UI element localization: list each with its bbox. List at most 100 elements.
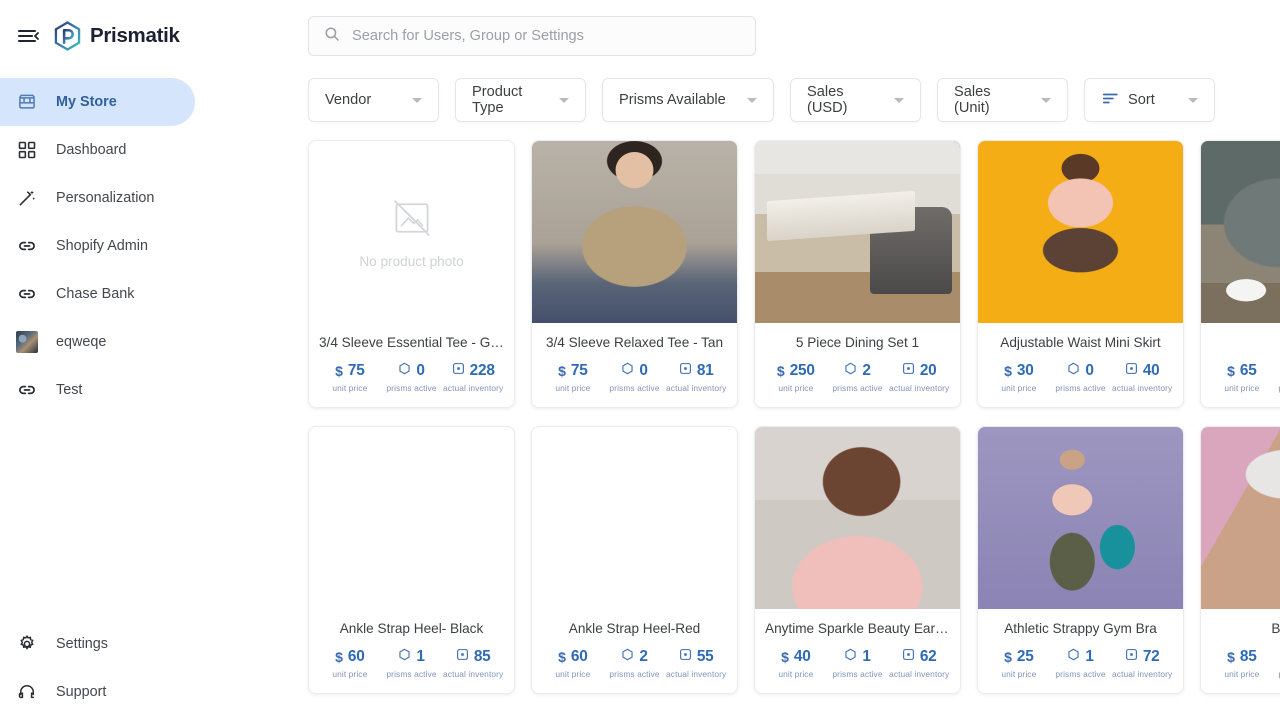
- stat-actual-inventory: 55 actual inventory: [665, 648, 727, 679]
- product-card[interactable]: Ankle Strap Heel- Black $60 unit price 1…: [308, 426, 515, 694]
- stat-value: 1: [1085, 648, 1094, 665]
- sidebar-item-support[interactable]: Support: [0, 668, 195, 716]
- product-stats: $250 unit price 2 prisms active 20 actua…: [765, 362, 950, 393]
- stat-unit-price: $60 unit price: [542, 648, 604, 679]
- stat-value: 0: [1085, 362, 1094, 379]
- product-title: Ankle Strap Heel- Black: [339, 621, 484, 636]
- stat-caption: actual inventory: [1112, 669, 1173, 679]
- sidebar-item-test[interactable]: Test: [0, 366, 195, 414]
- sidebar: Prismatik My Store Dashboard Personaliza…: [0, 0, 300, 720]
- stat-caption: actual inventory: [443, 669, 504, 679]
- product-card[interactable]: Beaded Br $85 unit price prisms active: [1200, 426, 1280, 694]
- product-card[interactable]: Ankle Strap Heel-Red $60 unit price 2 pr…: [531, 426, 738, 694]
- sidebar-item-my-store[interactable]: My Store: [0, 78, 195, 126]
- filter-product-type[interactable]: Product Type: [455, 78, 586, 122]
- product-info: Anytime Sparkle Beauty Earri... $40 unit…: [755, 609, 960, 693]
- sidebar-item-eqweqe[interactable]: eqweqe: [0, 318, 195, 366]
- stat-unit-price: $25 unit price: [988, 648, 1050, 679]
- inventory-box-icon: [452, 362, 465, 380]
- dollar-icon: $: [335, 649, 343, 665]
- filter-sales-unit[interactable]: Sales (Unit): [937, 78, 1068, 122]
- prismatik-hexagon-logo: [54, 21, 81, 51]
- dollar-icon: $: [558, 649, 566, 665]
- product-info: Athletic Strappy Gym Bra $25 unit price …: [978, 609, 1183, 693]
- product-card[interactable]: Adjustable Waist Mini Skirt $30 unit pri…: [977, 140, 1184, 408]
- product-photo: [978, 141, 1183, 323]
- prism-hexagon-icon: [621, 362, 634, 380]
- stat-prisms-active: 2 prisms active: [604, 648, 666, 679]
- stat-value: 72: [1142, 648, 1160, 665]
- stat-value: 60: [347, 648, 365, 665]
- stat-value: 25: [1016, 648, 1034, 665]
- stat-unit-price: $75 unit price: [542, 362, 604, 393]
- hamburger-collapse-icon[interactable]: [16, 24, 40, 48]
- brand-row: Prismatik: [0, 0, 300, 72]
- stat-caption: unit price: [555, 669, 591, 679]
- stat-caption: prisms active: [609, 383, 660, 393]
- product-title: All Whi: [1211, 335, 1280, 350]
- filter-vendor[interactable]: Vendor: [308, 78, 439, 122]
- product-grid-row-1: No product photo 3/4 Sleeve Essential Te…: [300, 122, 1280, 408]
- filter-bar: Vendor Product Type Prisms Available Sal…: [300, 56, 1280, 122]
- sidebar-item-label: Support: [56, 684, 107, 700]
- filter-label: Prisms Available: [619, 92, 726, 108]
- chevron-down-icon: [1188, 97, 1198, 103]
- sidebar-item-label: Chase Bank: [56, 286, 135, 302]
- filter-prisms-available[interactable]: Prisms Available: [602, 78, 774, 122]
- grid-dashboard-icon: [16, 139, 38, 161]
- product-card[interactable]: Anytime Sparkle Beauty Earri... $40 unit…: [754, 426, 961, 694]
- stat-caption: unit price: [332, 669, 368, 679]
- stat-caption: actual inventory: [1112, 383, 1173, 393]
- stat-value: 55: [696, 648, 714, 665]
- sidebar-item-shopify-admin[interactable]: Shopify Admin: [0, 222, 195, 270]
- stat-unit-price: $60 unit price: [319, 648, 381, 679]
- stat-caption: unit price: [778, 383, 814, 393]
- product-title: Ankle Strap Heel-Red: [568, 621, 701, 636]
- product-title: Adjustable Waist Mini Skirt: [1000, 335, 1161, 350]
- sidebar-item-chase-bank[interactable]: Chase Bank: [0, 270, 195, 318]
- dollar-icon: $: [1004, 649, 1012, 665]
- filter-label: Sales (USD): [807, 84, 848, 116]
- dollar-icon: $: [335, 363, 343, 379]
- sidebar-item-label: Settings: [56, 636, 108, 652]
- product-photo: [532, 427, 737, 609]
- stat-value: 81: [696, 362, 714, 379]
- brand-logo-link[interactable]: Prismatik: [54, 21, 180, 51]
- product-photo: [1201, 141, 1280, 323]
- product-photo: [309, 427, 514, 609]
- prism-hexagon-icon: [844, 362, 857, 380]
- sort-button[interactable]: Sort: [1084, 78, 1215, 122]
- stat-actual-inventory: 40 actual inventory: [1111, 362, 1173, 393]
- product-card[interactable]: Athletic Strappy Gym Bra $25 unit price …: [977, 426, 1184, 694]
- search-input[interactable]: [352, 28, 741, 44]
- product-photo-placeholder: No product photo: [309, 141, 514, 323]
- stat-actual-inventory: 72 actual inventory: [1111, 648, 1173, 679]
- product-card[interactable]: 5 Piece Dining Set 1 $250 unit price 2 p…: [754, 140, 961, 408]
- stat-value: 0: [416, 362, 425, 379]
- stat-value: 20: [919, 362, 937, 379]
- stat-value: 62: [919, 648, 937, 665]
- stat-caption: prisms active: [832, 669, 883, 679]
- product-stats: $40 unit price 1 prisms active 62 actual…: [765, 648, 950, 679]
- stat-caption: actual inventory: [889, 383, 950, 393]
- product-info: 5 Piece Dining Set 1 $250 unit price 2 p…: [755, 323, 960, 407]
- product-card[interactable]: 3/4 Sleeve Relaxed Tee - Tan $75 unit pr…: [531, 140, 738, 408]
- sidebar-item-label: Shopify Admin: [56, 238, 148, 254]
- search-box[interactable]: [308, 16, 756, 56]
- inventory-box-icon: [679, 362, 692, 380]
- filter-sales-usd[interactable]: Sales (USD): [790, 78, 921, 122]
- sidebar-item-label: Personalization: [56, 190, 155, 206]
- sidebar-item-personalization[interactable]: Personalization: [0, 174, 195, 222]
- stat-prisms-active: 1 prisms active: [1050, 648, 1112, 679]
- sidebar-item-label: Test: [56, 382, 83, 398]
- stat-value: 85: [473, 648, 491, 665]
- sidebar-item-settings[interactable]: Settings: [0, 620, 195, 668]
- product-card[interactable]: All Whi $65 unit price prisms active a: [1200, 140, 1280, 408]
- stat-caption: unit price: [1224, 383, 1260, 393]
- product-stats: $65 unit price prisms active actual inve…: [1211, 362, 1280, 393]
- sidebar-item-dashboard[interactable]: Dashboard: [0, 126, 195, 174]
- link-icon: [16, 235, 38, 257]
- product-photo: [978, 427, 1183, 609]
- product-info: Ankle Strap Heel-Red $60 unit price 2 pr…: [532, 609, 737, 693]
- product-card[interactable]: No product photo 3/4 Sleeve Essential Te…: [308, 140, 515, 408]
